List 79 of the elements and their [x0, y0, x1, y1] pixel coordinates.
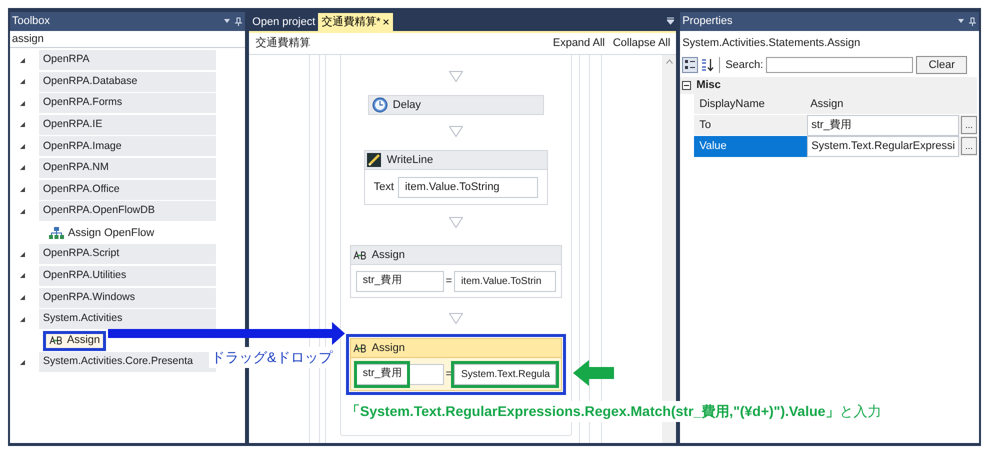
category-header[interactable]: OpenRPA.Image	[39, 136, 216, 156]
category-header[interactable]: OpenRPA.Windows	[39, 288, 216, 308]
breadcrumb: 交通費精算	[255, 36, 310, 52]
property-name[interactable]: To	[694, 114, 808, 136]
categorized-icon[interactable]	[682, 57, 698, 73]
link-button[interactable]: Collapse All	[612, 35, 670, 52]
category-header[interactable]: System.Activities	[39, 309, 216, 330]
expanded-icon[interactable]	[19, 294, 26, 302]
expanded-icon[interactable]	[19, 56, 26, 64]
search-field[interactable]	[766, 57, 914, 73]
expanded-icon[interactable]	[19, 272, 26, 280]
activity-title: Assign	[372, 340, 405, 356]
activity-card[interactable]: WriteLine Text item.Value.ToString	[364, 150, 548, 205]
toolbox-item[interactable]: Assign OpenFlow	[43, 222, 160, 243]
category-header[interactable]: OpenRPA.IE	[39, 114, 216, 135]
category-header[interactable]: OpenRPA	[39, 50, 216, 70]
category-header[interactable]: OpenRPA.Database	[39, 72, 216, 92]
expanded-icon[interactable]	[19, 250, 26, 258]
property-name[interactable]: DisplayName	[694, 94, 808, 114]
category-header[interactable]: OpenRPA.OpenFlowDB	[39, 201, 216, 222]
category-header[interactable]: OpenRPA.Script	[39, 244, 216, 264]
drop-arrow-icon	[448, 71, 463, 82]
panel-title: Toolbox	[12, 14, 50, 30]
category-header[interactable]: OpenRPA.Utilities	[39, 266, 216, 286]
drop-arrow-icon	[448, 313, 463, 324]
writeline-icon	[366, 153, 381, 167]
property-name[interactable]: Value	[694, 136, 808, 156]
assign-icon	[49, 335, 63, 346]
dropdown-icon	[667, 17, 674, 25]
expanded-icon[interactable]	[19, 208, 26, 215]
search-field[interactable]: assign	[12, 30, 44, 48]
field-label: Text	[374, 180, 394, 195]
activity-card[interactable]: Assign str_費用 = item.Value.ToStrin	[350, 245, 562, 298]
expanded-icon[interactable]	[19, 316, 26, 323]
collapse-icon[interactable]	[682, 81, 692, 90]
input-field[interactable]: item.Value.ToStrin	[454, 270, 556, 292]
search-label: Search:	[725, 58, 764, 73]
link-button[interactable]: Expand All	[552, 35, 605, 52]
category-header[interactable]: OpenRPA.Forms	[39, 93, 216, 114]
drop-arrow-icon	[448, 217, 463, 228]
clock-icon	[372, 97, 388, 113]
activity-title: Assign	[372, 248, 405, 263]
category-label: Misc	[696, 78, 721, 94]
expanded-icon[interactable]	[19, 186, 26, 194]
ellipsis-button[interactable]: ...	[961, 116, 977, 134]
toolbox-item[interactable]: Assign	[43, 330, 106, 351]
ellipsis-button[interactable]: ...	[961, 137, 977, 155]
document-tab[interactable]: Open project	[249, 13, 318, 31]
sort-icon[interactable]	[701, 58, 714, 72]
property-value-field[interactable]: str_費用	[807, 114, 959, 136]
close-icon[interactable]: ×	[382, 13, 390, 31]
activity-card[interactable]: Delay	[368, 95, 544, 115]
expanded-icon[interactable]	[19, 100, 26, 107]
annotation-label: ドラッグ&ドロップ	[209, 347, 334, 368]
assign-icon	[352, 250, 367, 260]
category-header[interactable]: OpenRPA.Office	[39, 180, 216, 200]
input-field[interactable]: item.Value.ToString	[398, 176, 538, 198]
category-header[interactable]: System.Activities.Core.Presenta	[39, 352, 216, 372]
assign-icon	[352, 342, 367, 354]
equals-sign: =	[446, 274, 452, 289]
clear-button[interactable]: Clear	[916, 56, 968, 74]
document-tab[interactable]: 交通費精算* ×	[318, 13, 393, 31]
expanded-icon[interactable]	[19, 142, 26, 150]
arrow-annotation	[573, 360, 614, 386]
hierarchy-icon	[49, 226, 64, 239]
pin-icon[interactable]	[223, 17, 244, 26]
panel-title: Properties	[682, 14, 732, 30]
input-field[interactable]: str_費用	[356, 270, 444, 292]
type-name: System.Activities.Statements.Assign	[682, 36, 860, 51]
expanded-icon[interactable]	[19, 78, 26, 86]
category-header[interactable]: OpenRPA.NM	[39, 158, 216, 178]
expanded-icon[interactable]	[19, 164, 26, 172]
activity-title: WriteLine	[386, 152, 434, 168]
property-value-field[interactable]: System.Text.RegularExpressi	[807, 136, 959, 156]
pin-icon[interactable]	[957, 17, 977, 26]
drop-arrow-icon	[448, 126, 463, 137]
property-value: Assign	[809, 96, 844, 112]
expanded-icon[interactable]	[19, 121, 26, 128]
expanded-icon[interactable]	[19, 358, 26, 366]
